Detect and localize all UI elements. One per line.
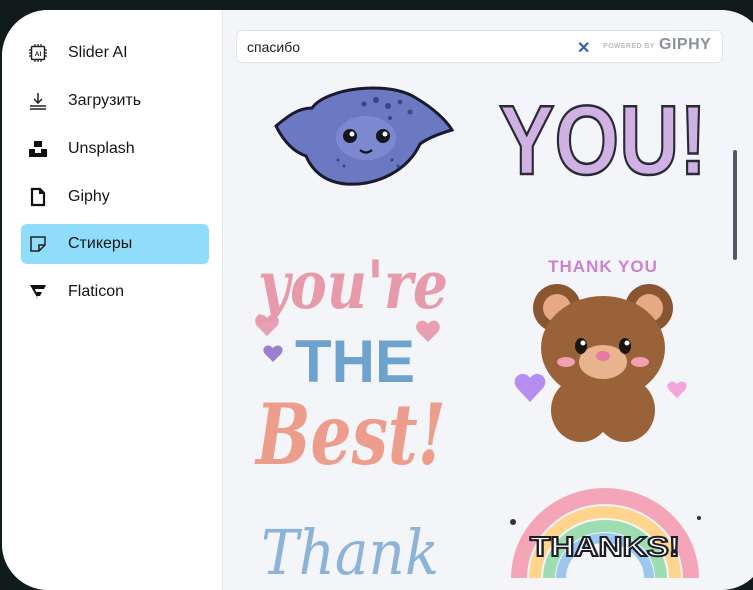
sidebar-item-giphy[interactable]: Giphy (21, 177, 209, 217)
sidebar-item-flaticon[interactable]: Flaticon (21, 272, 209, 312)
sticker-manta-ray[interactable] (268, 78, 458, 198)
sticker-you[interactable]: YOU! (495, 80, 715, 190)
sidebar-item-upload[interactable]: Загрузить (21, 81, 209, 121)
scrollbar[interactable] (733, 150, 737, 260)
sidebar-item-label: Flaticon (68, 283, 125, 300)
giphy-icon (27, 186, 49, 208)
media-panel: AI Slider AI Загрузить Unsplash Giphy Ст… (2, 10, 753, 590)
sticker-best-line3: Best! (254, 385, 446, 482)
flaticon-icon (27, 281, 49, 303)
sticker-you-text: YOU! (499, 85, 707, 190)
powered-by-label: POWERED BY (603, 43, 655, 50)
sticker-bear[interactable]: THANK YOU (511, 250, 701, 450)
sidebar-item-unsplash[interactable]: Unsplash (21, 129, 209, 169)
sticker-browser: ✕ POWERED BY GIPHY YOU! (223, 10, 753, 590)
svg-text:AI: AI (35, 51, 42, 58)
sidebar-item-slider-ai[interactable]: AI Slider AI (21, 33, 209, 73)
sticker-thanks-rainbow[interactable]: THANKS! (505, 488, 705, 578)
search-input[interactable] (247, 31, 567, 62)
sidebar-item-label: Giphy (68, 188, 110, 205)
search-bar: ✕ POWERED BY GIPHY (236, 30, 723, 63)
sidebar-item-label: Загрузить (68, 92, 142, 109)
giphy-logo: GIPHY (659, 36, 712, 53)
ai-chip-icon: AI (27, 42, 49, 64)
sidebar-item-label: Slider AI (68, 44, 128, 61)
sidebar: AI Slider AI Загрузить Unsplash Giphy Ст… (2, 10, 223, 590)
upload-icon (27, 90, 49, 112)
sidebar-item-label: Unsplash (68, 140, 135, 157)
sticker-thanks-text: THANKS! (530, 531, 680, 562)
sticker-thank[interactable]: Thank (253, 510, 453, 580)
sidebar-item-stickers[interactable]: Стикеры (21, 224, 209, 264)
sticker-icon (27, 233, 49, 255)
sidebar-item-label: Стикеры (68, 235, 133, 252)
sticker-thank-text: Thank (261, 516, 439, 580)
unsplash-icon (27, 138, 49, 160)
sticker-bear-caption: THANK YOU (548, 257, 658, 276)
clear-search-icon[interactable]: ✕ (577, 38, 590, 58)
sticker-best-line1: you're (256, 246, 448, 324)
sticker-youre-the-best[interactable]: you're THE Best! (243, 232, 463, 482)
